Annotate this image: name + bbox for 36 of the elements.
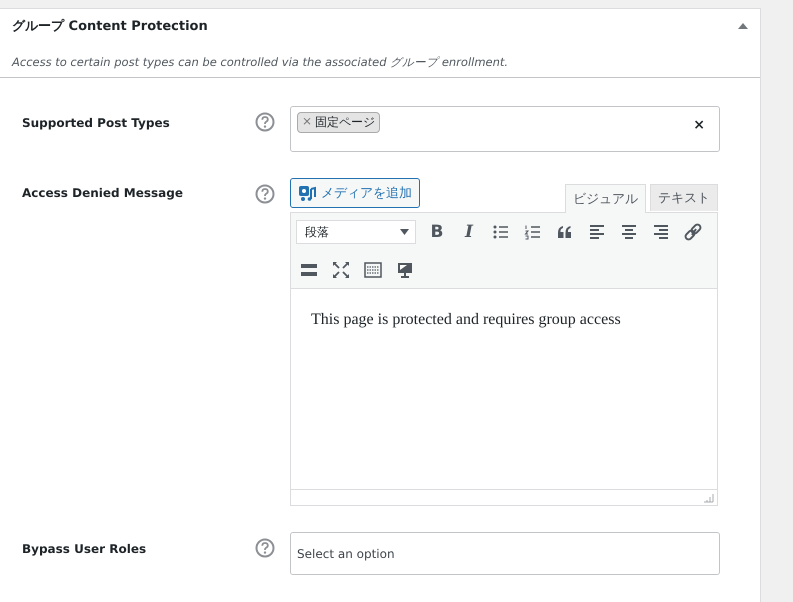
collapse-toggle[interactable]: [736, 21, 750, 31]
numbered-list-icon[interactable]: [524, 223, 542, 241]
align-center-icon[interactable]: [620, 223, 638, 241]
fullscreen-icon[interactable]: [332, 261, 350, 279]
help-icon[interactable]: [255, 112, 275, 132]
field-label: Access Denied Message: [21, 186, 184, 200]
remove-tag-button[interactable]: ×: [302, 114, 312, 131]
media-icon: [298, 184, 316, 202]
field-label: Supported Post Types: [21, 116, 171, 130]
resize-handle-icon[interactable]: [704, 492, 714, 502]
quote-icon[interactable]: [556, 223, 574, 241]
bulleted-list-icon[interactable]: [492, 223, 510, 241]
editor-content-text: This page is protected and requires group access: [311, 311, 622, 329]
align-right-icon[interactable]: [652, 223, 670, 241]
panel-title: グループ Content Protection: [12, 18, 208, 35]
panel-description: Access to certain post types can be controlled via the associated グループ enrollment.: [12, 55, 508, 69]
read-more-icon[interactable]: [300, 261, 318, 279]
triangle-up-icon: [738, 23, 748, 29]
link-icon[interactable]: [684, 223, 702, 241]
field-label: Bypass User Roles: [21, 542, 148, 556]
align-left-icon[interactable]: [588, 223, 606, 241]
editor-tab[interactable]: テキスト: [650, 184, 718, 211]
keyboard-icon[interactable]: [364, 261, 382, 279]
caret-icon: [400, 229, 409, 235]
help-icon[interactable]: [255, 184, 275, 204]
help-icon[interactable]: [255, 538, 275, 558]
editor-tab[interactable]: ビジュアル: [565, 184, 646, 213]
bold-button[interactable]: B: [424, 219, 450, 245]
clear-button[interactable]: ×: [693, 117, 705, 133]
add-media-button[interactable]: メディアを追加: [290, 178, 420, 208]
monitor-icon[interactable]: [396, 261, 414, 279]
multiselect-field[interactable]: × 固定ページ ×: [290, 106, 720, 152]
format-dropdown[interactable]: 段落: [296, 220, 416, 244]
select-field[interactable]: Select an option: [290, 532, 720, 575]
italic-button[interactable]: I: [456, 219, 482, 245]
tag-label: 固定ページ: [315, 114, 376, 131]
